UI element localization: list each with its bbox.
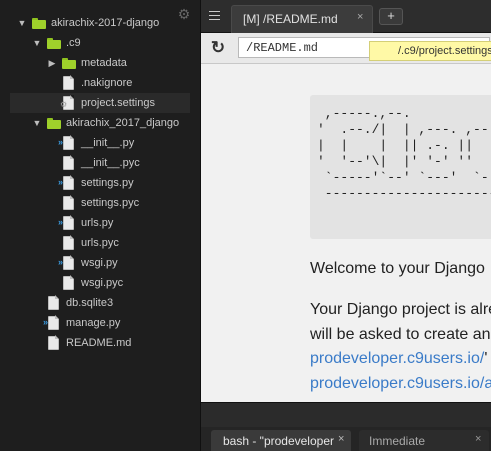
paragraph-line: will be asked to create an — [310, 326, 491, 343]
tree-item-label: settings.pyc — [81, 197, 140, 209]
tree-item[interactable]: ▼ akirachix-2017-django — [10, 13, 190, 33]
link-tail: ' — [484, 350, 488, 367]
tree-item-label: __init__.pyc — [81, 157, 140, 169]
tree-item[interactable]: ▶ metadata — [10, 53, 190, 73]
folder-icon — [32, 18, 46, 29]
tree-item[interactable]: » manage.py — [10, 313, 190, 333]
chevron-right-icon[interactable]: ▶ — [47, 53, 57, 73]
chevron-down-icon[interactable]: ▼ — [32, 33, 42, 53]
tab-bash[interactable]: bash - "prodeveloper × — [211, 430, 351, 451]
tab-label: Immediate — [369, 434, 426, 448]
python-file-icon: » — [58, 255, 74, 270]
tab-immediate[interactable]: Immediate × — [359, 430, 489, 451]
folder-icon — [47, 118, 61, 129]
tree-item[interactable]: » urls.py — [10, 213, 190, 233]
preview-url-bar: ↻ /.c9/project.settings — [201, 33, 491, 64]
folder-icon — [47, 38, 61, 49]
reload-icon[interactable]: ↻ — [208, 38, 228, 58]
close-icon[interactable]: × — [357, 11, 363, 23]
tree-item[interactable]: ▼ akirachix_2017_django — [10, 113, 190, 133]
tree-item-label: wsgi.py — [81, 257, 118, 269]
ascii-art: ,-----.,--. ' .--./| | ,---. ,-- | | | |… — [317, 106, 491, 201]
tree-item-label: urls.py — [81, 217, 114, 229]
file-icon — [63, 275, 74, 290]
tree-item-label: akirachix_2017_django — [66, 117, 180, 129]
chevron-down-icon[interactable]: ▼ — [32, 113, 42, 133]
tree-item[interactable]: wsgi.pyc — [10, 273, 190, 293]
file-tree-panel: ⚙ ▼ akirachix-2017-django ▼ .c9 ▶ metadata .na… — [0, 0, 201, 451]
close-icon[interactable]: × — [475, 433, 481, 445]
ascii-art-block: ,-----.,--. ' .--./| | ,---. ,-- | | | |… — [310, 95, 491, 239]
folder-icon — [62, 58, 76, 69]
tree-item[interactable]: __init__.pyc — [10, 153, 190, 173]
python-file-icon: » — [58, 135, 74, 150]
tree-item-label: .nakignore — [81, 77, 133, 89]
tree-item[interactable]: urls.pyc — [10, 233, 190, 253]
tree-item-label: urls.pyc — [81, 237, 119, 249]
tree-item[interactable]: db.sqlite3 — [10, 293, 190, 313]
ide-window: ⚙ ▼ akirachix-2017-django ▼ .c9 ▶ metadata .na… — [0, 0, 491, 451]
preview-link[interactable]: prodeveloper.c9users.io/a — [310, 375, 491, 393]
python-file-icon: » — [43, 315, 59, 330]
file-icon — [63, 75, 74, 90]
tree-item-label: settings.py — [81, 177, 134, 189]
paragraph-line: Your Django project is alre — [310, 301, 491, 318]
tree-item-label: metadata — [81, 57, 127, 69]
tree-item-label: project.settings — [81, 97, 155, 109]
python-file-icon: » — [58, 175, 74, 190]
file-icon — [48, 295, 59, 310]
tree-item[interactable]: ⚙ project.settings — [10, 93, 190, 113]
tree-item[interactable]: ▼ .c9 — [10, 33, 190, 53]
tree-item-label: wsgi.pyc — [81, 277, 124, 289]
tree-item-label: db.sqlite3 — [66, 297, 114, 309]
file-icon — [63, 195, 74, 210]
python-file-icon: » — [58, 215, 74, 230]
horizontal-scrollbar[interactable] — [201, 402, 491, 427]
tree-item-label: README.md — [66, 337, 132, 349]
file-icon — [63, 155, 74, 170]
preview-link[interactable]: prodeveloper.c9users.io/' — [310, 350, 487, 368]
tab-readme[interactable]: [M] /README.md × — [231, 5, 373, 33]
markdown-preview: ,-----.,--. ' .--./| | ,---. ,-- | | | |… — [201, 64, 491, 402]
tree-item[interactable]: » settings.py — [10, 173, 190, 193]
tree-item-label: .c9 — [66, 37, 81, 49]
tab-label: [M] /README.md — [243, 12, 338, 26]
chevron-down-icon[interactable]: ▼ — [17, 13, 27, 33]
welcome-heading: Welcome to your Django — [310, 260, 485, 277]
link-text: prodeveloper.c9users.io/ — [310, 350, 485, 367]
tree-item[interactable]: » wsgi.py — [10, 253, 190, 273]
close-icon[interactable]: × — [338, 433, 344, 445]
tree-item[interactable]: settings.pyc — [10, 193, 190, 213]
file-icon — [48, 335, 59, 350]
file-path-tooltip: /.c9/project.settings — [369, 41, 491, 61]
tab-label: bash - "prodeveloper — [223, 434, 334, 448]
tree-item[interactable]: .nakignore — [10, 73, 190, 93]
tree-item-label: __init__.py — [81, 137, 135, 149]
tree-item[interactable]: README.md — [10, 333, 190, 353]
file-icon — [63, 235, 74, 250]
editor-tab-bar: [M] /README.md × + — [201, 0, 491, 33]
new-tab-button[interactable]: + — [379, 8, 403, 25]
console-tab-bar: bash - "prodeveloper × Immediate × — [201, 427, 491, 451]
settings-file-icon: ⚙ — [60, 95, 74, 110]
menu-icon[interactable] — [208, 10, 221, 21]
tree-item-label: akirachix-2017-django — [51, 17, 160, 29]
tree-item-label: manage.py — [66, 317, 121, 329]
tree-item[interactable]: » __init__.py — [10, 133, 190, 153]
